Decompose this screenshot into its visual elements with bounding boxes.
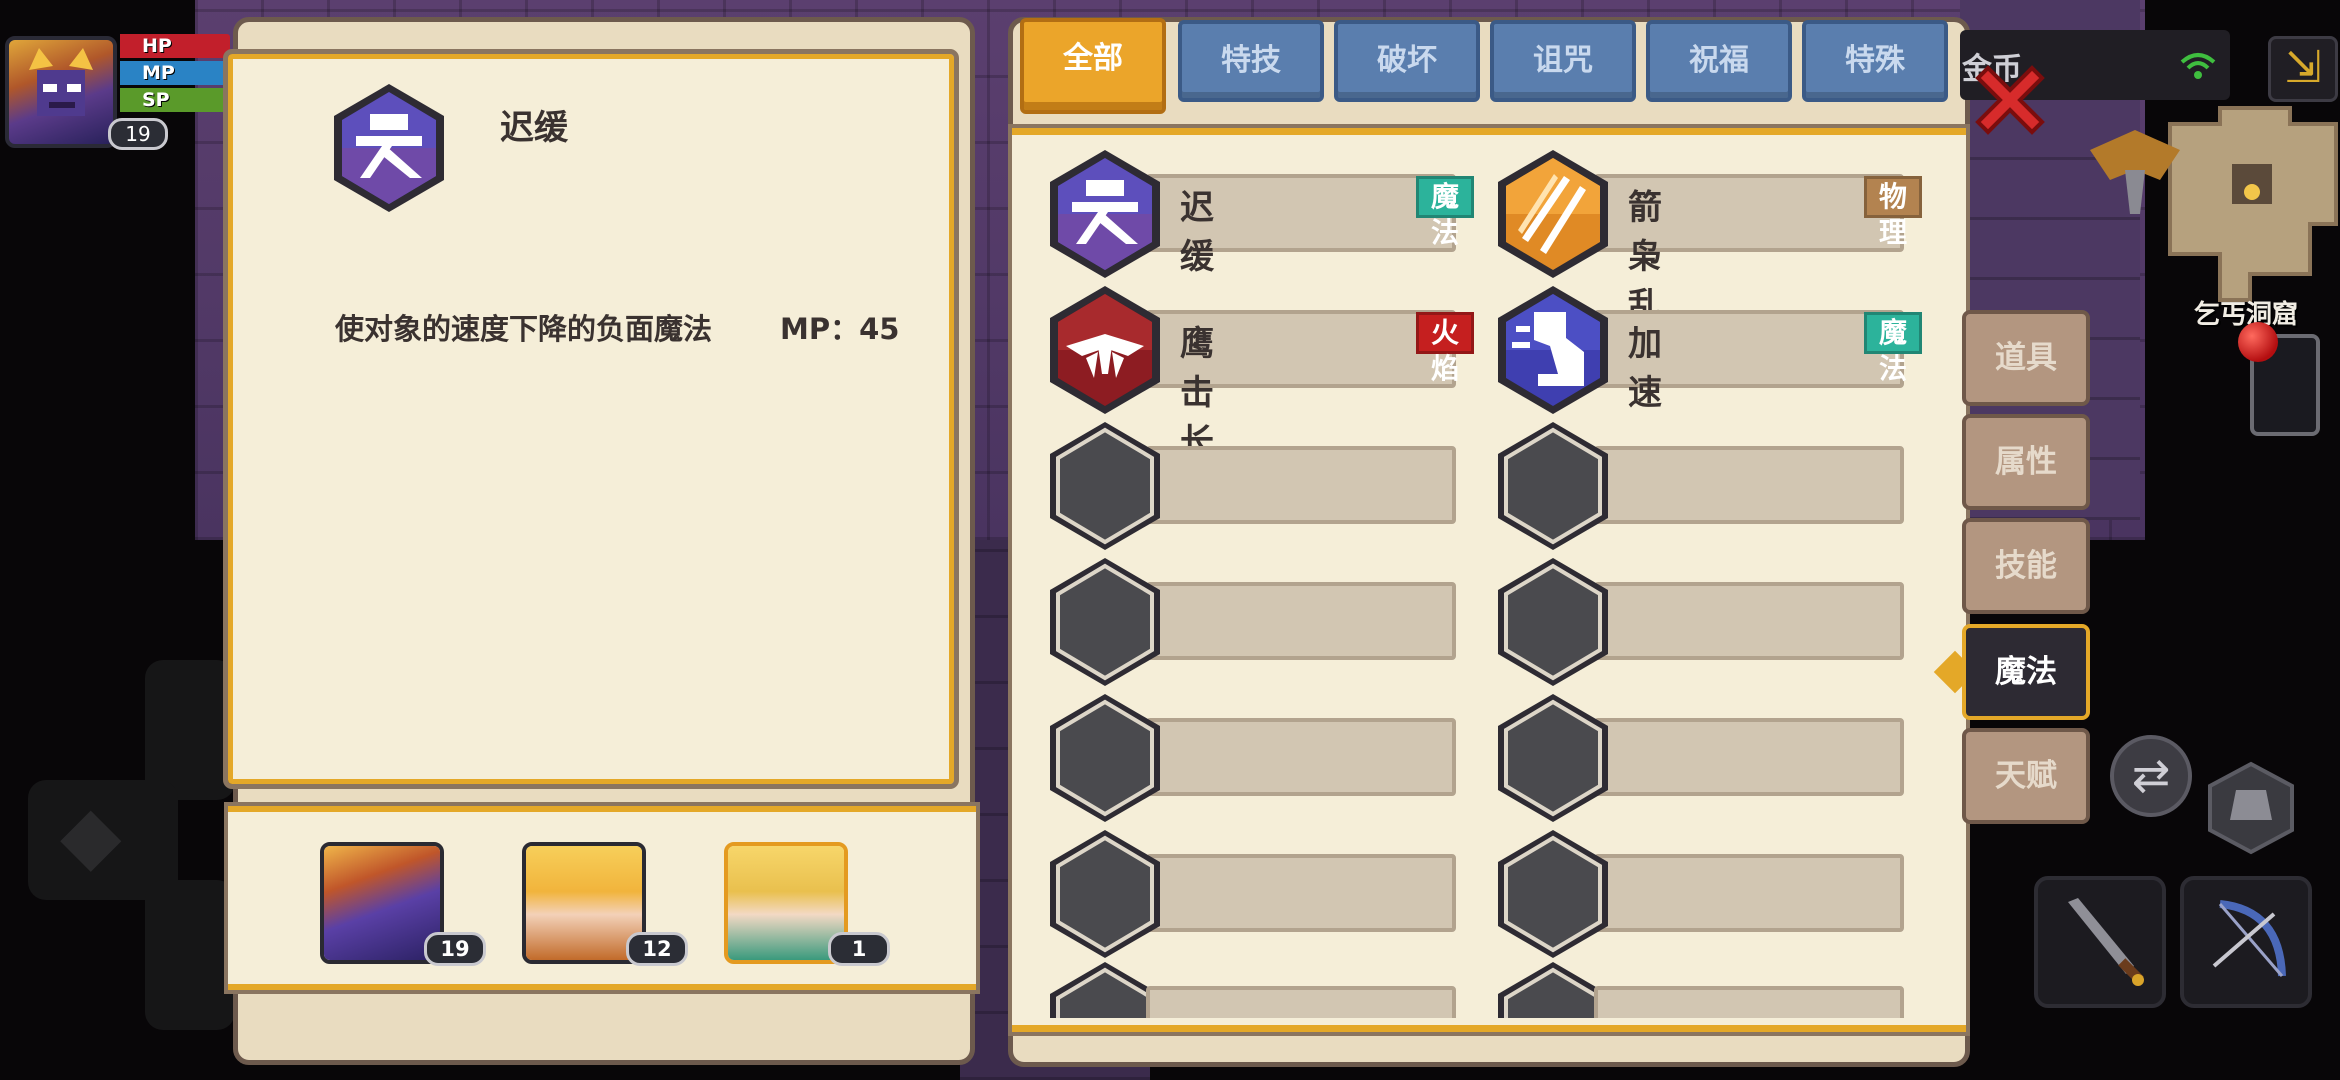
- skill-slot-bar: [1146, 986, 1456, 1018]
- player-portrait[interactable]: [5, 36, 117, 148]
- slow-icon: [1050, 150, 1160, 278]
- empty-hex-icon: [1050, 558, 1160, 686]
- skill-type-tag: 物理: [1864, 176, 1923, 249]
- hp-bar: HP: [120, 34, 230, 58]
- tab-curse[interactable]: 诅咒: [1490, 20, 1636, 102]
- arrow-storm-icon: [1498, 150, 1608, 278]
- skill-slot-bar: [1594, 986, 1904, 1018]
- menu-tab-items[interactable]: 道具: [1962, 310, 2090, 406]
- boss-emblem-icon: [2090, 130, 2180, 214]
- empty-hex-icon: [1050, 694, 1160, 822]
- skill-type-tag: 魔法: [1416, 176, 1475, 249]
- menu-tab-talent[interactable]: 天赋: [1962, 728, 2090, 824]
- skill-slot-bar: [1146, 582, 1456, 660]
- skill-mp-cost: MP：45: [780, 312, 900, 346]
- tab-all[interactable]: 全部: [1020, 18, 1166, 114]
- eagle-strike-icon: [1050, 286, 1160, 414]
- party-member-blonde-mage[interactable]: 1: [724, 842, 890, 966]
- skill-slot-bar: [1594, 582, 1904, 660]
- party-member-level: 12: [626, 932, 688, 966]
- skill-slot-bar: [1146, 446, 1456, 524]
- empty-hex-icon: [1498, 422, 1608, 550]
- haste-icon: [1498, 286, 1608, 414]
- skill-slot-bar: [1594, 854, 1904, 932]
- skill-name: 迟缓: [1180, 188, 1214, 277]
- empty-hex-icon: [1498, 558, 1608, 686]
- menu-tab-magic[interactable]: 魔法: [1962, 624, 2090, 720]
- close-icon[interactable]: [1968, 58, 2052, 142]
- skill-type-tag: 火焰: [1416, 312, 1475, 385]
- skill-slot-bar: [1146, 718, 1456, 796]
- skill-slot-bar: [1146, 854, 1456, 932]
- skill-description: 使对象的速度下降的负面魔法: [335, 312, 713, 346]
- menu-tab-attributes[interactable]: 属性: [1962, 414, 2090, 510]
- dpad-down[interactable]: [145, 880, 235, 1030]
- player-level-badge: 19: [108, 118, 168, 150]
- swap-icon[interactable]: ⇄: [2110, 735, 2192, 817]
- empty-hex-icon: [1498, 830, 1608, 958]
- tab-destruction[interactable]: 破坏: [1334, 20, 1480, 102]
- skill-grid-overflow: [1012, 958, 1966, 1018]
- skill-type-tag: 魔法: [1864, 312, 1923, 385]
- skill-slot-bar: [1594, 446, 1904, 524]
- empty-hex-icon: [1050, 422, 1160, 550]
- party-member-level: 1: [828, 932, 890, 966]
- empty-hex-icon: [1498, 694, 1608, 822]
- slow-skill-icon: [334, 84, 444, 212]
- status-bars: HP MP SP: [120, 34, 230, 115]
- selected-skill-name: 迟缓: [500, 108, 568, 148]
- notification-dot: [2238, 322, 2278, 362]
- dpad-left-arrow-icon: ◆: [60, 788, 122, 881]
- menu-tab-skills[interactable]: 技能: [1962, 518, 2090, 614]
- bow-icon[interactable]: [2180, 876, 2312, 1008]
- tab-blessing[interactable]: 祝福: [1646, 20, 1792, 102]
- party-member-demon-knight[interactable]: 19: [320, 842, 486, 966]
- empty-hex-icon: [1050, 830, 1160, 958]
- party-member-blonde-hero[interactable]: 12: [522, 842, 688, 966]
- sword-icon[interactable]: [2034, 876, 2166, 1008]
- sp-bar: SP: [120, 88, 230, 112]
- dpad-up[interactable]: [145, 660, 235, 800]
- special-skill-icon[interactable]: [2206, 760, 2296, 856]
- skill-name: 加速: [1628, 324, 1662, 413]
- party-member-level: 19: [424, 932, 486, 966]
- skill-slot-bar: [1594, 718, 1904, 796]
- wifi-icon: [2180, 53, 2216, 79]
- mp-bar: MP: [120, 61, 230, 85]
- exit-icon[interactable]: ⇲: [2268, 36, 2338, 102]
- tab-special[interactable]: 特殊: [1802, 20, 1948, 102]
- tab-stunt[interactable]: 特技: [1178, 20, 1324, 102]
